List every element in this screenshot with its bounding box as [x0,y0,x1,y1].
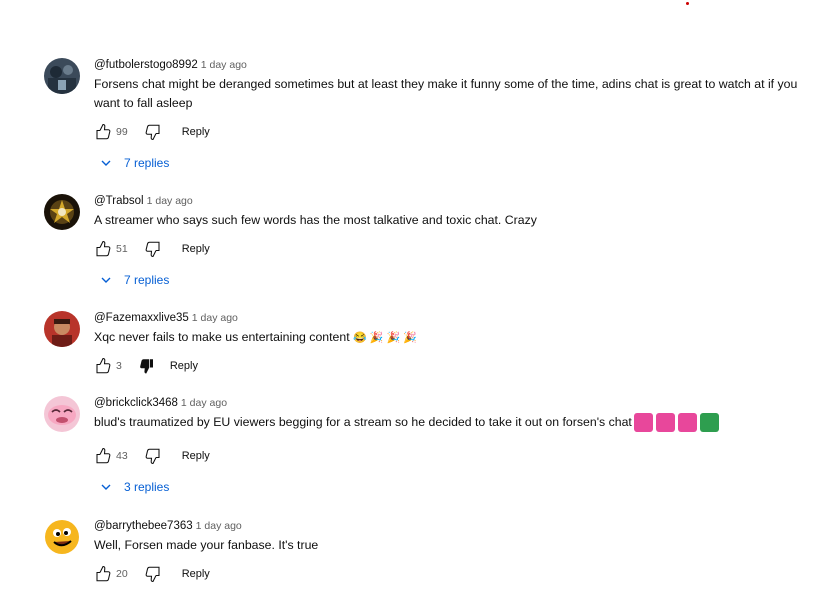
comment-author[interactable]: @Trabsol [94,195,144,207]
notification-dot [686,2,689,5]
dislike-icon[interactable] [144,565,162,583]
chevron-down-icon [101,484,111,490]
sticker-emotes [633,413,719,433]
avatar[interactable] [44,519,80,555]
dislike-icon[interactable] [144,123,162,141]
like-icon[interactable] [94,447,112,465]
comment-text: blud's traumatized by EU viewers begging… [94,415,632,429]
like-count: 51 [116,243,128,255]
view-replies-button[interactable]: 3 replies [100,478,169,496]
avatar[interactable] [44,311,80,347]
like-icon[interactable] [94,565,112,583]
like-count: 3 [116,360,122,372]
comment-actions: 20 Reply [94,564,210,584]
reply-button[interactable]: Reply [182,126,210,138]
comment-text: Forsens chat might be deranged sometimes… [94,77,798,110]
reply-button[interactable]: Reply [182,568,210,580]
reply-button[interactable]: Reply [182,450,210,462]
green-emote-icon [699,413,719,433]
like-count: 43 [116,450,128,462]
replies-label: 7 replies [124,273,170,287]
view-replies-button[interactable]: 7 replies [100,154,169,172]
comment-text: Well, Forsen made your fanbase. It's tru… [94,538,319,552]
chevron-down-icon [101,160,111,166]
comment-actions: 43 Reply [94,446,210,466]
pink-emote-icon [677,413,697,433]
comment-author[interactable]: @Fazemaxxlive35 [94,312,189,324]
replies-label: 7 replies [124,156,170,170]
comment-time[interactable]: 1 day ago [192,312,238,324]
comment-author[interactable]: @barrythebee7363 [94,520,193,532]
like-count: 99 [116,126,128,138]
view-replies-button[interactable]: 7 replies [100,271,169,289]
avatar[interactable] [44,194,80,230]
avatar[interactable] [44,58,80,94]
comment-actions: 51 Reply [94,239,210,259]
comment-author[interactable]: @futbolerstogo8992 [94,59,198,71]
comment-time[interactable]: 1 day ago [147,195,193,207]
like-icon[interactable] [94,357,112,375]
chevron-down-icon [101,277,111,283]
reply-button[interactable]: Reply [170,360,198,372]
pink-emote-icon [655,413,675,433]
comment-author[interactable]: @brickclick3468 [94,397,178,409]
comment-time[interactable]: 1 day ago [181,397,227,409]
avatar[interactable] [44,396,80,432]
dislike-filled-icon[interactable] [138,357,156,375]
comment-time[interactable]: 1 day ago [201,59,247,71]
comment-text: Xqc never fails to make us entertaining … [94,330,350,344]
emoji-sequence: 😂 🎉 🎉 🎉 [353,332,418,344]
comment-actions: 99 Reply [94,122,210,142]
like-icon[interactable] [94,123,112,141]
comment-actions: 3 Reply [94,356,198,376]
like-icon[interactable] [94,240,112,258]
comment-text: A streamer who says such few words has t… [94,213,537,227]
reply-button[interactable]: Reply [182,243,210,255]
dislike-icon[interactable] [144,240,162,258]
dislike-icon[interactable] [144,447,162,465]
pink-emote-icon [633,413,653,433]
replies-label: 3 replies [124,480,170,494]
like-count: 20 [116,568,128,580]
comment-time[interactable]: 1 day ago [196,520,242,532]
